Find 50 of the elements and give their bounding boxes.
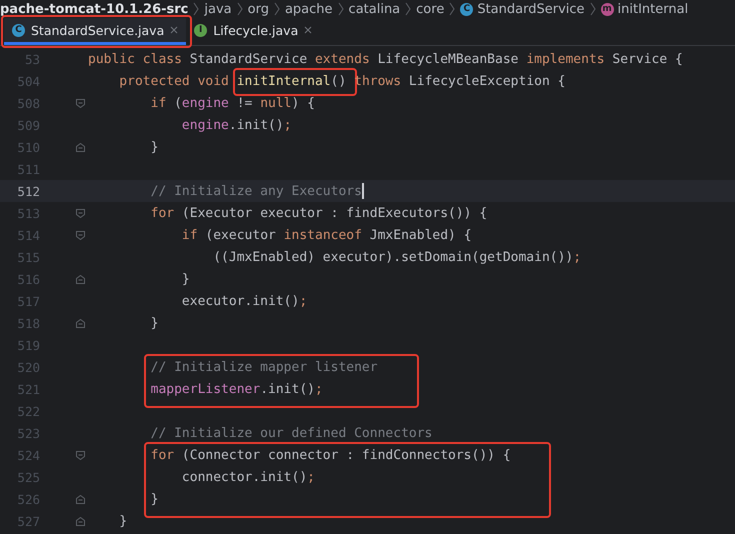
fold-icon[interactable]	[76, 142, 84, 152]
code-line: connector.init();	[180, 470, 315, 484]
chevron-icon	[405, 2, 412, 16]
breadcrumb-item[interactable]: core	[416, 2, 444, 16]
code-line: }	[150, 140, 158, 154]
chevron-icon	[274, 2, 280, 16]
file-tab[interactable]: I Lifecycle.java	[186, 18, 320, 45]
code-line: if (engine != null) {	[150, 96, 315, 110]
breadcrumb-item[interactable]: apache	[284, 2, 333, 16]
fold-icon[interactable]	[76, 274, 84, 284]
code-line: }	[180, 272, 190, 286]
code-line: // Initialize any Executors	[150, 184, 362, 198]
method-icon: m	[600, 2, 614, 16]
fold-icon[interactable]	[76, 98, 84, 108]
breadcrumb-item[interactable]: StandardService	[477, 2, 585, 16]
code-line: ((JmxEnabled) executor).setDomain(getDomain());	[212, 250, 582, 264]
chevron-icon	[338, 2, 344, 16]
code-line: executor.init();	[180, 294, 308, 308]
fold-icon[interactable]	[76, 450, 84, 460]
breadcrumb-item[interactable]: org	[248, 2, 269, 16]
fold-icon[interactable]	[76, 208, 84, 218]
code-line: }	[150, 492, 158, 506]
chevron-icon	[590, 2, 596, 16]
code-line: // Initialize mapper listener	[150, 360, 378, 374]
line-number: 512	[16, 184, 41, 198]
class-icon: C	[12, 24, 25, 36]
fold-icon[interactable]	[76, 494, 84, 504]
code-line: public class StandardService extends LifecycleMBeanBase implements Service {	[88, 52, 683, 66]
code-line: }	[118, 514, 128, 528]
code-line: for (Executor executor : findExecutors()) {	[150, 206, 488, 220]
chevron-icon	[193, 2, 200, 16]
chevron-icon	[449, 2, 456, 16]
code-line: }	[150, 316, 158, 330]
project-name[interactable]: pache-tomcat-10.1.26-src	[0, 2, 188, 16]
code-line: engine.init();	[180, 118, 292, 132]
code-line: // Initialize our defined Connectors	[150, 426, 432, 440]
chevron-icon	[236, 2, 243, 16]
class-icon: C	[460, 2, 474, 16]
breadcrumb-item[interactable]: java	[204, 2, 232, 16]
fold-icon[interactable]	[76, 318, 84, 328]
code-line: mapperListener.init();	[150, 382, 323, 396]
breadcrumb-item[interactable]: catalina	[348, 2, 400, 16]
breadcrumb-item[interactable]: initInternal	[618, 2, 688, 16]
code-line: for (Connector connector : findConnectors()) {	[150, 448, 511, 462]
interface-icon: I	[194, 24, 208, 36]
close-icon[interactable]	[304, 26, 312, 34]
fold-icon[interactable]	[76, 516, 84, 526]
fold-icon[interactable]	[76, 230, 84, 240]
code-line: if (executor instanceof JmxEnabled) {	[180, 228, 472, 242]
close-icon[interactable]	[170, 26, 178, 34]
